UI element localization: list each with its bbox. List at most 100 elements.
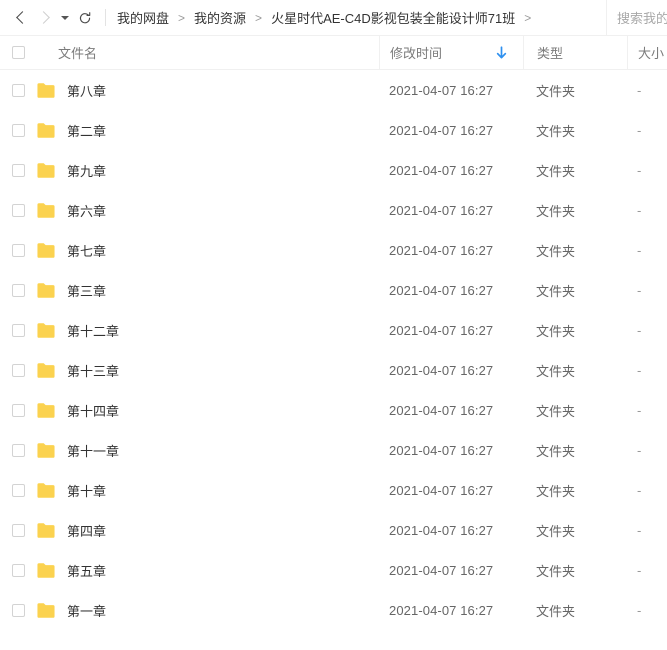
- table-row[interactable]: 第三章 2021-04-07 16:27 文件夹 -: [0, 270, 667, 310]
- breadcrumb-item-current[interactable]: 火星时代AE-C4D影视包装全能设计师71班: [270, 8, 516, 27]
- file-size: -: [627, 110, 667, 150]
- file-name-wrapper: 第七章: [36, 241, 106, 260]
- row-checkbox[interactable]: [12, 444, 25, 457]
- table-row[interactable]: 第十二章 2021-04-07 16:27 文件夹 -: [0, 310, 667, 350]
- table-row[interactable]: 第四章 2021-04-07 16:27 文件夹 -: [0, 510, 667, 550]
- table-row[interactable]: 第一章 2021-04-07 16:27 文件夹 -: [0, 590, 667, 630]
- folder-icon: [36, 442, 56, 459]
- file-size: -: [627, 270, 667, 310]
- column-header-name[interactable]: 文件名: [36, 36, 379, 69]
- breadcrumb-item-resources[interactable]: 我的资源: [193, 8, 247, 27]
- file-name-cell: 第七章: [36, 230, 379, 270]
- table-row[interactable]: 第十四章 2021-04-07 16:27 文件夹 -: [0, 390, 667, 430]
- row-checkbox[interactable]: [12, 124, 25, 137]
- breadcrumb-item-root[interactable]: 我的网盘: [116, 8, 170, 27]
- table-row[interactable]: 第十三章 2021-04-07 16:27 文件夹 -: [0, 350, 667, 390]
- refresh-icon: [78, 11, 92, 25]
- column-header-name-label: 文件名: [58, 43, 97, 62]
- file-list: 第八章 2021-04-07 16:27 文件夹 - 第二章 2021-04-0…: [0, 70, 667, 630]
- file-name-label[interactable]: 第三章: [67, 281, 106, 300]
- history-dropdown-button[interactable]: [57, 6, 73, 30]
- file-name-wrapper: 第十章: [36, 481, 106, 500]
- file-name-cell: 第三章: [36, 270, 379, 310]
- row-checkbox[interactable]: [12, 324, 25, 337]
- row-checkbox[interactable]: [12, 84, 25, 97]
- row-checkbox[interactable]: [12, 484, 25, 497]
- file-name-label[interactable]: 第二章: [67, 121, 106, 140]
- file-name-label[interactable]: 第十四章: [67, 401, 119, 420]
- file-type: 文件夹: [523, 390, 627, 430]
- row-select-cell: [0, 190, 36, 230]
- row-checkbox[interactable]: [12, 164, 25, 177]
- file-name-label[interactable]: 第八章: [67, 81, 106, 100]
- column-header-size[interactable]: 大小: [627, 36, 667, 69]
- toolbar: 我的网盘 > 我的资源 > 火星时代AE-C4D影视包装全能设计师71班 > 搜…: [0, 0, 667, 36]
- file-modified-time: 2021-04-07 16:27: [379, 150, 523, 190]
- row-checkbox[interactable]: [12, 404, 25, 417]
- row-select-cell: [0, 470, 36, 510]
- chevron-left-icon: [16, 11, 29, 24]
- file-modified-time: 2021-04-07 16:27: [379, 230, 523, 270]
- table-row[interactable]: 第七章 2021-04-07 16:27 文件夹 -: [0, 230, 667, 270]
- row-checkbox[interactable]: [12, 204, 25, 217]
- column-header-type[interactable]: 类型: [523, 36, 627, 69]
- row-select-cell: [0, 510, 36, 550]
- table-row[interactable]: 第二章 2021-04-07 16:27 文件夹 -: [0, 110, 667, 150]
- file-modified-time: 2021-04-07 16:27: [379, 590, 523, 630]
- toolbar-right-group: 搜索我的文件: [606, 0, 667, 35]
- row-checkbox[interactable]: [12, 284, 25, 297]
- file-name-label[interactable]: 第四章: [67, 521, 106, 540]
- table-row[interactable]: 第六章 2021-04-07 16:27 文件夹 -: [0, 190, 667, 230]
- table-row[interactable]: 第十一章 2021-04-07 16:27 文件夹 -: [0, 430, 667, 470]
- table-row[interactable]: 第十章 2021-04-07 16:27 文件夹 -: [0, 470, 667, 510]
- file-type: 文件夹: [523, 310, 627, 350]
- file-name-label[interactable]: 第十三章: [67, 361, 119, 380]
- file-modified-time: 2021-04-07 16:27: [379, 110, 523, 150]
- file-name-label[interactable]: 第五章: [67, 561, 106, 580]
- breadcrumb-separator: >: [255, 11, 262, 25]
- file-modified-time: 2021-04-07 16:27: [379, 70, 523, 110]
- row-select-cell: [0, 70, 36, 110]
- file-name-label[interactable]: 第九章: [67, 161, 106, 180]
- row-checkbox[interactable]: [12, 244, 25, 257]
- file-size: -: [627, 590, 667, 630]
- file-name-label[interactable]: 第十一章: [67, 441, 119, 460]
- row-select-cell: [0, 390, 36, 430]
- refresh-button[interactable]: [73, 6, 97, 30]
- row-select-cell: [0, 350, 36, 390]
- row-checkbox[interactable]: [12, 604, 25, 617]
- file-name-label[interactable]: 第一章: [67, 601, 106, 620]
- file-name-cell: 第四章: [36, 510, 379, 550]
- file-modified-time: 2021-04-07 16:27: [379, 270, 523, 310]
- forward-button[interactable]: [33, 6, 57, 30]
- file-name-wrapper: 第十二章: [36, 321, 119, 340]
- row-checkbox[interactable]: [12, 524, 25, 537]
- back-button[interactable]: [9, 6, 33, 30]
- caret-down-icon: [61, 16, 69, 20]
- file-name-cell: 第六章: [36, 190, 379, 230]
- table-row[interactable]: 第九章 2021-04-07 16:27 文件夹 -: [0, 150, 667, 190]
- table-row[interactable]: 第八章 2021-04-07 16:27 文件夹 -: [0, 70, 667, 110]
- file-name-label[interactable]: 第十二章: [67, 321, 119, 340]
- file-modified-time: 2021-04-07 16:27: [379, 470, 523, 510]
- select-all-checkbox[interactable]: [12, 46, 25, 59]
- file-name-wrapper: 第三章: [36, 281, 106, 300]
- table-row[interactable]: 第五章 2021-04-07 16:27 文件夹 -: [0, 550, 667, 590]
- file-name-label[interactable]: 第十章: [67, 481, 106, 500]
- search-input[interactable]: 搜索我的文件: [607, 0, 667, 36]
- folder-icon: [36, 602, 56, 619]
- file-name-label[interactable]: 第七章: [67, 241, 106, 260]
- column-header-time[interactable]: 修改时间: [379, 36, 523, 69]
- toolbar-divider: [105, 9, 106, 26]
- file-name-label[interactable]: 第六章: [67, 201, 106, 220]
- file-size: -: [627, 550, 667, 590]
- sort-arrow-down-icon[interactable]: [496, 46, 507, 59]
- row-checkbox[interactable]: [12, 564, 25, 577]
- file-name-cell: 第十章: [36, 470, 379, 510]
- row-checkbox[interactable]: [12, 364, 25, 377]
- file-name-cell: 第十一章: [36, 430, 379, 470]
- file-list-header: 文件名 修改时间 类型 大小: [0, 36, 667, 70]
- file-name-wrapper: 第九章: [36, 161, 106, 180]
- file-size: -: [627, 430, 667, 470]
- file-type: 文件夹: [523, 270, 627, 310]
